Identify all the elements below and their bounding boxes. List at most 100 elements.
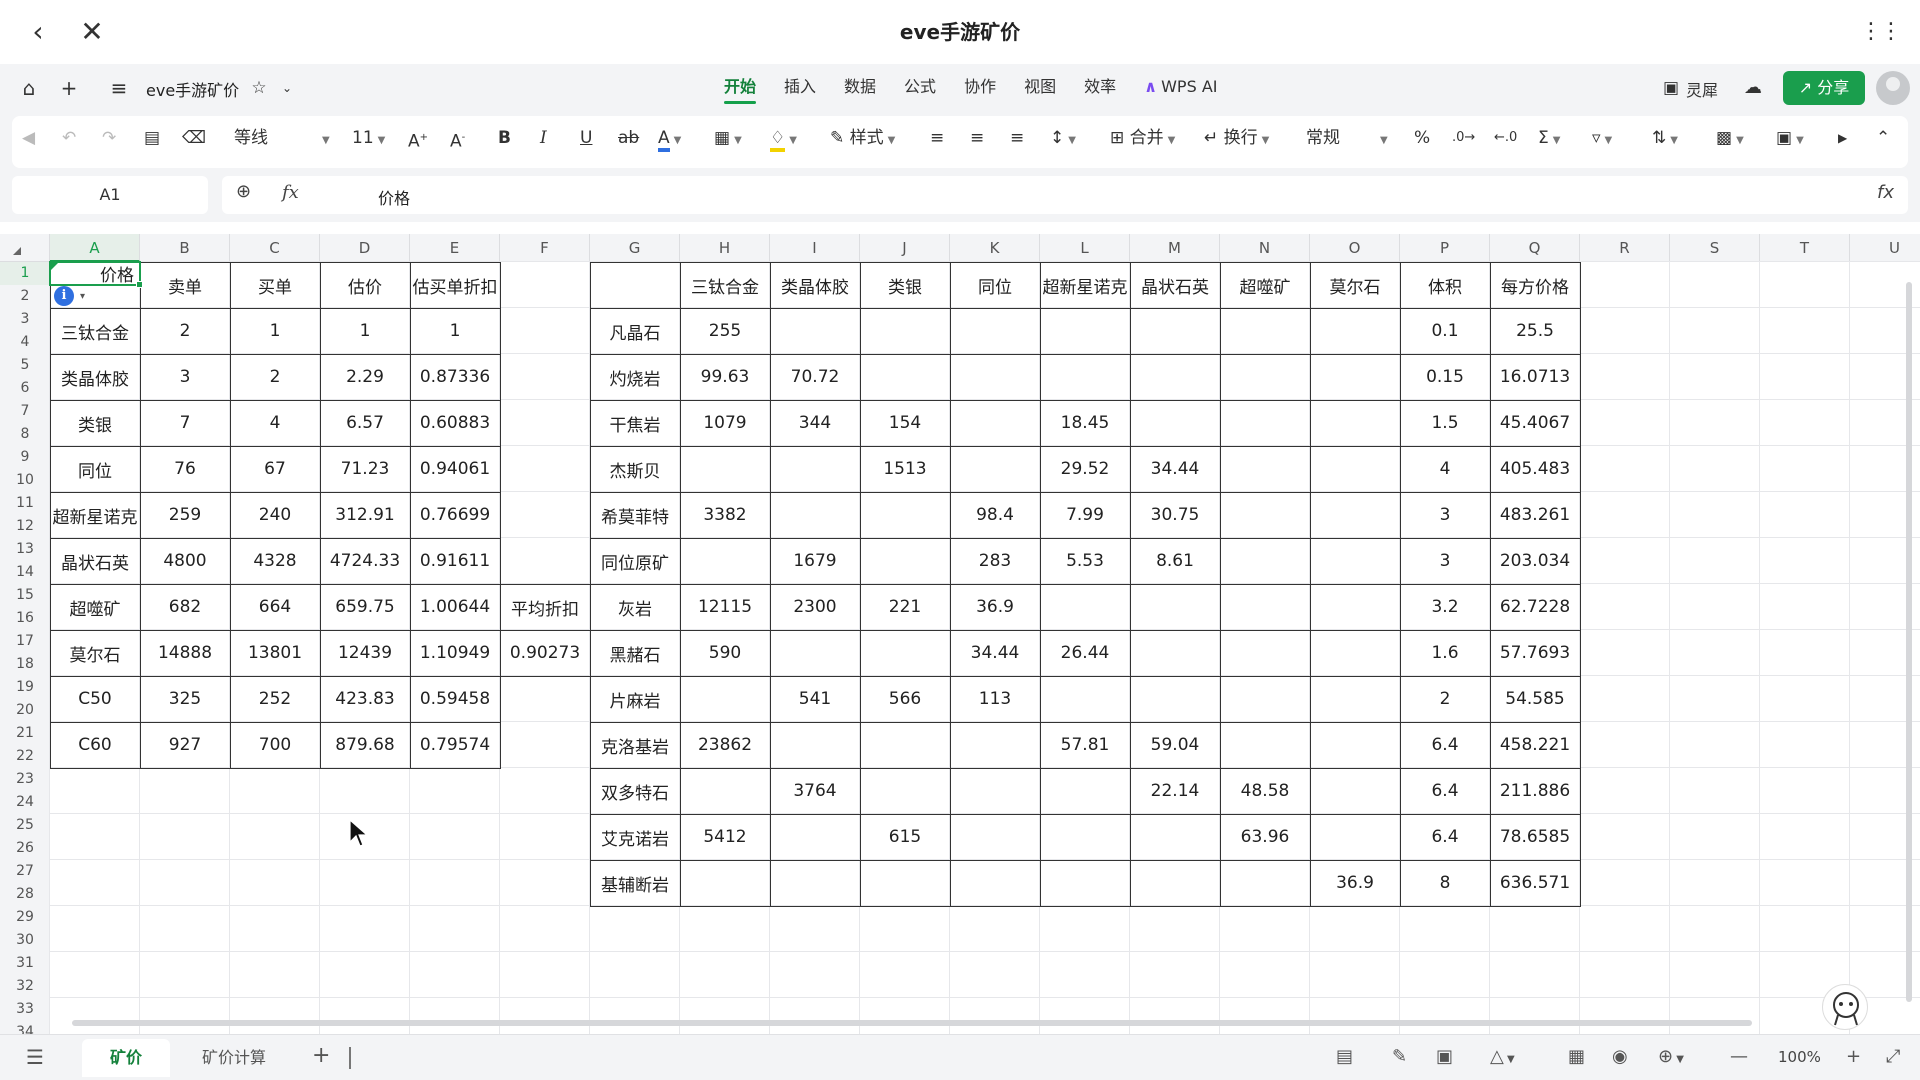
vertical-scrollbar[interactable] xyxy=(1906,282,1912,1002)
data-cell[interactable] xyxy=(1040,584,1130,630)
data-cell[interactable] xyxy=(860,492,950,538)
row-header[interactable]: 27 xyxy=(0,860,50,883)
data-cell[interactable] xyxy=(950,308,1040,354)
data-cell[interactable]: 3.2 xyxy=(1400,584,1490,630)
data-cell[interactable]: 203.034 xyxy=(1490,538,1580,584)
data-cell[interactable] xyxy=(770,814,860,860)
data-cell[interactable] xyxy=(1310,630,1400,676)
chevron-down-icon[interactable]: ⌄ xyxy=(272,74,302,102)
data-cell[interactable]: 6.57 xyxy=(320,400,410,446)
row-label-cell[interactable]: 克洛基岩 xyxy=(590,722,680,768)
style-button[interactable]: ✎ 样式 ▼ xyxy=(830,124,895,152)
comment-icon[interactable]: ✎ xyxy=(1392,1046,1407,1067)
fx-icon[interactable]: fx xyxy=(282,182,299,203)
data-cell[interactable]: 6.4 xyxy=(1400,768,1490,814)
data-cell[interactable]: 59.04 xyxy=(1130,722,1220,768)
sum-icon[interactable]: Σ ▼ xyxy=(1538,124,1560,152)
align-left-icon[interactable]: ≡ xyxy=(930,124,944,152)
data-cell[interactable] xyxy=(1220,400,1310,446)
data-cell[interactable]: 12115 xyxy=(680,584,770,630)
data-cell[interactable]: 154 xyxy=(860,400,950,446)
data-cell[interactable]: 1.5 xyxy=(1400,400,1490,446)
column-header[interactable]: T xyxy=(1760,234,1850,262)
font-select[interactable]: 等线 ▼ xyxy=(234,124,334,152)
column-header[interactable]: M xyxy=(1130,234,1220,262)
data-cell[interactable]: 0.76699 xyxy=(410,492,500,538)
row-header[interactable]: 6 xyxy=(0,377,50,400)
data-cell[interactable]: 0.87336 xyxy=(410,354,500,400)
data-cell[interactable]: 3764 xyxy=(770,768,860,814)
column-header[interactable]: Q xyxy=(1490,234,1580,262)
row-label-cell[interactable]: 希莫菲特 xyxy=(590,492,680,538)
data-cell[interactable]: 16.0713 xyxy=(1490,354,1580,400)
column-header[interactable]: A xyxy=(50,234,140,262)
row-label-cell[interactable]: 片麻岩 xyxy=(590,676,680,722)
assistant-mascot-icon[interactable] xyxy=(1822,984,1868,1030)
data-cell[interactable]: 25.5 xyxy=(1490,308,1580,354)
chart-icon[interactable]: ▩ ▼ xyxy=(1716,124,1744,152)
data-cell[interactable] xyxy=(1310,492,1400,538)
data-cell[interactable]: 3 xyxy=(1400,538,1490,584)
data-cell[interactable]: 211.886 xyxy=(1490,768,1580,814)
bold-icon[interactable]: B xyxy=(498,124,511,152)
data-cell[interactable]: 1079 xyxy=(680,400,770,446)
spreadsheet-grid[interactable]: ABCDEFGHIJKLMNOPQRSTU 1 2 3 4 5 6 7 8 9 10 11 12 13 1… xyxy=(0,222,1920,1034)
row-header[interactable]: 19 xyxy=(0,676,50,699)
formula-input[interactable]: ⊕ fx 价格 fx xyxy=(222,176,1908,214)
data-cell[interactable]: 7.99 xyxy=(1040,492,1130,538)
header-cell[interactable]: 三钛合金 xyxy=(680,262,770,308)
add-sheet-icon[interactable]: + xyxy=(312,1043,330,1068)
row-header[interactable]: 21 xyxy=(0,722,50,745)
data-cell[interactable]: 1.6 xyxy=(1400,630,1490,676)
number-format-select[interactable]: 常规 ▼ xyxy=(1306,124,1398,152)
header-cell[interactable]: 超新星诺克 xyxy=(1040,262,1130,308)
data-cell[interactable]: 5412 xyxy=(680,814,770,860)
header-cell[interactable]: 晶状石英 xyxy=(1130,262,1220,308)
ribbon-tab[interactable]: 开始 xyxy=(710,64,770,112)
data-cell[interactable] xyxy=(1220,446,1310,492)
data-cell[interactable]: 240 xyxy=(230,492,320,538)
sheets-list-icon[interactable]: ☰ xyxy=(26,1045,44,1069)
star-icon[interactable]: ☆ xyxy=(244,74,274,102)
collapse-left-icon[interactable]: ◀ xyxy=(22,124,35,152)
data-cell[interactable]: 0.1 xyxy=(1400,308,1490,354)
data-cell[interactable] xyxy=(1130,860,1220,906)
column-header[interactable]: D xyxy=(320,234,410,262)
column-header[interactable]: B xyxy=(140,234,230,262)
cloud-icon[interactable]: ☁ xyxy=(1738,74,1768,102)
column-header[interactable]: S xyxy=(1670,234,1760,262)
data-cell[interactable]: 2 xyxy=(140,308,230,354)
data-cell[interactable] xyxy=(860,860,950,906)
data-cell[interactable]: 29.52 xyxy=(1040,446,1130,492)
row-header[interactable]: 13 xyxy=(0,538,50,561)
horizontal-scrollbar[interactable] xyxy=(72,1020,1752,1026)
row-label-cell[interactable]: 艾克诺岩 xyxy=(590,814,680,860)
column-header[interactable]: F xyxy=(500,234,590,262)
data-cell[interactable] xyxy=(950,446,1040,492)
row-header[interactable]: 17 xyxy=(0,630,50,653)
data-cell[interactable] xyxy=(950,860,1040,906)
data-cell[interactable]: 1513 xyxy=(860,446,950,492)
data-cell[interactable]: 67 xyxy=(230,446,320,492)
shapes-icon[interactable]: △ ▼ xyxy=(1490,1046,1515,1067)
row-label-cell[interactable]: 灼烧岩 xyxy=(590,354,680,400)
collapse-ribbon-icon[interactable]: ⌃ xyxy=(1876,124,1890,152)
data-cell[interactable]: 0.59458 xyxy=(410,676,500,722)
data-cell[interactable] xyxy=(770,308,860,354)
increase-decimal-icon[interactable]: .0→ xyxy=(1452,124,1475,152)
row-header[interactable]: 22 xyxy=(0,745,50,768)
data-cell[interactable]: 221 xyxy=(860,584,950,630)
header-cell[interactable]: 莫尔石 xyxy=(1310,262,1400,308)
column-header[interactable]: J xyxy=(860,234,950,262)
header-cell[interactable] xyxy=(590,262,680,308)
data-cell[interactable] xyxy=(1310,446,1400,492)
data-cell[interactable]: 78.6585 xyxy=(1490,814,1580,860)
data-cell[interactable]: 48.58 xyxy=(1220,768,1310,814)
zoom-out-icon[interactable]: — xyxy=(1730,1046,1748,1067)
data-cell[interactable]: 590 xyxy=(680,630,770,676)
row-header[interactable]: 12 xyxy=(0,515,50,538)
data-cell[interactable]: 70.72 xyxy=(770,354,860,400)
data-cell[interactable]: 34.44 xyxy=(950,630,1040,676)
column-header[interactable]: P xyxy=(1400,234,1490,262)
column-header[interactable]: N xyxy=(1220,234,1310,262)
